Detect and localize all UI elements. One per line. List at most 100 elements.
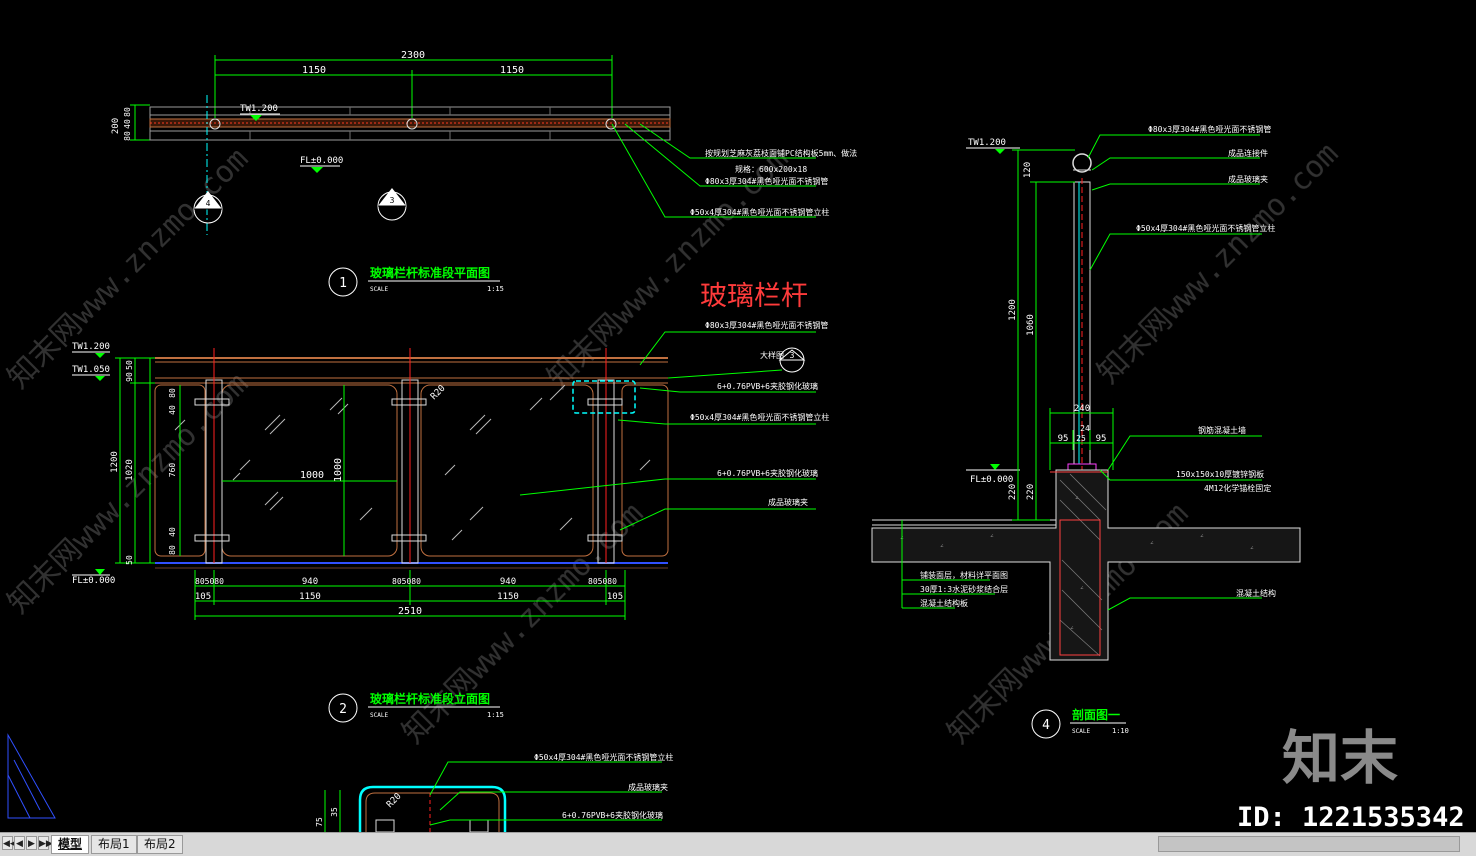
level-text: FL±0.000 (300, 156, 343, 166)
svg-text:95: 95 (1096, 434, 1107, 444)
dim-text: 80 (123, 107, 132, 117)
svg-text:∠: ∠ (1075, 495, 1079, 502)
svg-text:∠: ∠ (1080, 585, 1084, 592)
cad-model-space[interactable]: 知末网www.znzmo.com 知末网www.znzmo.com 知末网www… (0, 0, 1476, 833)
svg-text:1: 1 (339, 276, 347, 291)
watermark-text: 知末网www.znzmo.com (396, 496, 650, 750)
svg-text:Φ50x4厚304#黑色哑光面不锈钢管立柱: Φ50x4厚304#黑色哑光面不锈钢管立柱 (690, 412, 829, 422)
svg-text:成品玻璃夹: 成品玻璃夹 (628, 782, 668, 792)
svg-text:混凝土结构板: 混凝土结构板 (920, 598, 968, 608)
dim-text: 200 (111, 118, 121, 134)
svg-text:Φ80x3厚304#黑色哑光面不锈钢管: Φ80x3厚304#黑色哑光面不锈钢管 (705, 320, 828, 330)
svg-text:Φ80x3厚304#黑色哑光面不锈钢管: Φ80x3厚304#黑色哑光面不锈钢管 (1148, 124, 1271, 134)
next-tab-button[interactable]: ▶ (26, 836, 37, 850)
svg-text:1200: 1200 (1008, 299, 1018, 321)
watermark-logo: 知末 (1282, 724, 1398, 792)
svg-text:805080: 805080 (195, 577, 224, 586)
dim-text: 2300 (401, 50, 425, 61)
cad-drawing: 知末网www.znzmo.com 知末网www.znzmo.com 知末网www… (1, 50, 1465, 833)
svg-text:3: 3 (390, 196, 395, 205)
svg-text:1020: 1020 (125, 459, 135, 481)
svg-text:105: 105 (607, 592, 623, 602)
horizontal-scrollbar[interactable] (1158, 836, 1460, 852)
svg-text:805080: 805080 (392, 577, 421, 586)
svg-text:1150: 1150 (299, 592, 321, 602)
dim-text: 40 (123, 119, 132, 129)
section-view: ∠∠∠ ∠∠∠ ∠∠∠ TW1.200 FL±0.000 120 1200 10… (871, 124, 1301, 739)
drawing-heading: 玻璃栏杆 (700, 281, 808, 312)
svg-text:25: 25 (1076, 434, 1086, 443)
svg-text:成品连接件: 成品连接件 (1228, 148, 1268, 158)
drawing-title: 4 剖面图一 SCALE 1:10 (1031, 707, 1129, 739)
last-tab-button[interactable]: ▶▶ (38, 836, 53, 850)
svg-text:∠: ∠ (1070, 625, 1074, 632)
svg-text:∠: ∠ (1200, 533, 1204, 540)
svg-text:1060: 1060 (1026, 314, 1036, 336)
prev-tab-button[interactable]: ◀ (14, 836, 25, 850)
svg-text:钢筋混凝土墙: 钢筋混凝土墙 (1198, 425, 1246, 435)
svg-text:Φ50x4厚304#黑色哑光面不锈钢管立柱: Φ50x4厚304#黑色哑光面不锈钢管立柱 (1136, 223, 1275, 233)
svg-text:75: 75 (315, 817, 324, 827)
svg-text:2510: 2510 (398, 606, 422, 617)
svg-text:SCALE: SCALE (370, 712, 388, 719)
dim-text: R20 (429, 384, 448, 403)
tab-layout2[interactable]: 布局2 (137, 835, 183, 854)
svg-text:4: 4 (1042, 718, 1050, 733)
title-text: 剖面图一 (1072, 707, 1120, 722)
svg-text:Φ50x4厚304#黑色哑光面不锈钢管立柱: Φ50x4厚304#黑色哑光面不锈钢管立柱 (534, 752, 673, 762)
svg-text:成品玻璃夹: 成品玻璃夹 (768, 497, 808, 507)
svg-text:∠: ∠ (1250, 545, 1254, 552)
svg-text:80: 80 (168, 388, 177, 398)
svg-text:6+0.76PVB+6夹胶钢化玻璃: 6+0.76PVB+6夹胶钢化玻璃 (717, 468, 818, 478)
level-text: FL±0.000 (970, 475, 1013, 485)
svg-text:∠: ∠ (1150, 540, 1154, 547)
watermark-id: ID: 1221535342 (1237, 802, 1465, 832)
svg-text:3: 3 (790, 351, 795, 360)
svg-text:40: 40 (168, 405, 177, 415)
first-tab-button[interactable]: ◀◀ (2, 836, 17, 850)
tab-model[interactable]: 模型 (51, 835, 90, 854)
dim-text: 1150 (302, 65, 326, 76)
svg-text:SCALE: SCALE (1072, 728, 1090, 735)
svg-text:SCALE: SCALE (370, 286, 388, 293)
svg-text:40: 40 (168, 527, 177, 537)
svg-text:940: 940 (500, 577, 516, 587)
svg-text:1:10: 1:10 (1112, 727, 1129, 735)
svg-text:1:15: 1:15 (487, 285, 504, 293)
dim-text: 1000 (333, 458, 344, 482)
callout-text: Φ50x4厚304#黑色哑光面不锈钢管立柱 (690, 207, 829, 217)
title-text: 玻璃栏杆标准段平面图 (370, 265, 490, 280)
svg-text:成品玻璃夹: 成品玻璃夹 (1228, 174, 1268, 184)
callout-text: 按规划芝麻灰荔枝面铺PC结构板5mm、做法 (705, 148, 857, 158)
svg-text:805080: 805080 (588, 577, 617, 586)
svg-text:1150: 1150 (497, 592, 519, 602)
detail-view: R20 35 75 Φ50x4厚304#黑色哑光面不锈钢管立柱 成品玻璃夹 6+… (315, 752, 673, 833)
svg-text:150x150x10厚镀锌钢板: 150x150x10厚镀锌钢板 (1176, 469, 1264, 479)
svg-text:120: 120 (1023, 162, 1033, 178)
svg-text:6+0.76PVB+6夹胶钢化玻璃: 6+0.76PVB+6夹胶钢化玻璃 (562, 810, 663, 820)
svg-text:铺装面层，材料详平面图: 铺装面层，材料详平面图 (920, 570, 1008, 580)
watermark-text: 知末网www.znzmo.com (1091, 136, 1345, 390)
svg-text:1200: 1200 (110, 451, 120, 473)
svg-text:30厚1:3水泥砂浆结合层: 30厚1:3水泥砂浆结合层 (920, 584, 1008, 594)
svg-text:∠: ∠ (940, 543, 944, 550)
elevation-view: 1000 1000 R20 80 40 760 40 80 1200 1020 … (72, 320, 829, 723)
svg-text:4M12化学锚栓固定: 4M12化学锚栓固定 (1204, 483, 1271, 493)
svg-text:760: 760 (168, 463, 177, 478)
drawing-title: 1 玻璃栏杆标准段平面图 SCALE 1:15 (328, 265, 504, 297)
svg-text:6+0.76PVB+6夹胶钢化玻璃: 6+0.76PVB+6夹胶钢化玻璃 (717, 381, 818, 391)
svg-text:105: 105 (195, 592, 211, 602)
level-text: FL±0.000 (72, 576, 115, 586)
svg-text:R20: R20 (385, 792, 404, 811)
svg-text:50: 50 (125, 555, 134, 565)
dim-text: 1150 (500, 65, 524, 76)
svg-text:50: 50 (125, 360, 134, 370)
svg-text:35: 35 (330, 807, 339, 817)
ucs-icon (7, 733, 56, 819)
level-text: TW1.200 (968, 138, 1006, 148)
callout-text: Φ80x3厚304#黑色哑光面不锈钢管 (705, 176, 828, 186)
dim-text: 80 (123, 131, 132, 141)
title-text: 玻璃栏杆标准段立面图 (370, 691, 490, 706)
svg-text:80: 80 (168, 545, 177, 555)
tab-layout1[interactable]: 布局1 (91, 835, 137, 854)
